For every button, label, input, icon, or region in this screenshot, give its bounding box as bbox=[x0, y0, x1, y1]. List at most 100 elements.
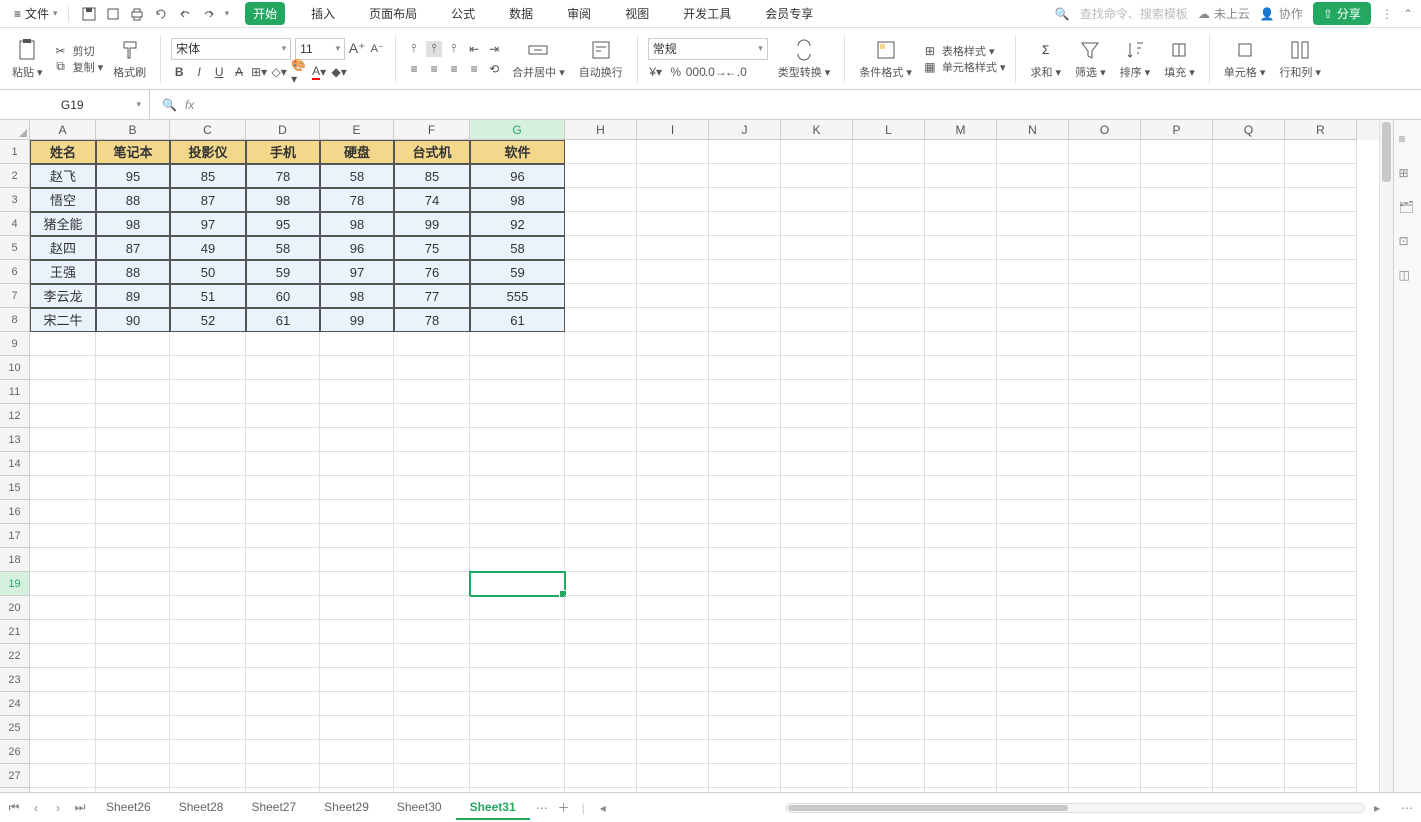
cell[interactable] bbox=[1213, 596, 1285, 620]
cell[interactable] bbox=[1069, 188, 1141, 212]
cell[interactable] bbox=[30, 332, 96, 356]
cell[interactable] bbox=[170, 524, 246, 548]
decimal-dec-icon[interactable]: ←.0 bbox=[728, 64, 744, 80]
cell[interactable] bbox=[637, 188, 709, 212]
row-header[interactable]: 28 bbox=[0, 788, 30, 792]
cell[interactable] bbox=[1141, 188, 1213, 212]
align-center-icon[interactable]: ≡ bbox=[426, 61, 442, 77]
cell[interactable] bbox=[470, 548, 565, 572]
cell[interactable] bbox=[781, 764, 853, 788]
cell[interactable] bbox=[1069, 236, 1141, 260]
cell[interactable] bbox=[170, 668, 246, 692]
column-header[interactable]: P bbox=[1141, 120, 1213, 140]
cell[interactable]: 赵四 bbox=[30, 236, 96, 260]
cell[interactable] bbox=[781, 716, 853, 740]
cell[interactable] bbox=[853, 788, 925, 792]
cell[interactable] bbox=[637, 476, 709, 500]
row-header[interactable]: 8 bbox=[0, 308, 30, 332]
cell[interactable] bbox=[853, 524, 925, 548]
cell[interactable] bbox=[853, 308, 925, 332]
row-header[interactable]: 26 bbox=[0, 740, 30, 764]
cell[interactable] bbox=[997, 476, 1069, 500]
cell[interactable] bbox=[781, 284, 853, 308]
cell[interactable] bbox=[853, 764, 925, 788]
cell[interactable] bbox=[1285, 572, 1357, 596]
cell[interactable]: 51 bbox=[170, 284, 246, 308]
cell[interactable] bbox=[320, 668, 394, 692]
cell[interactable] bbox=[781, 260, 853, 284]
cell[interactable] bbox=[30, 356, 96, 380]
cell[interactable] bbox=[1285, 548, 1357, 572]
cell[interactable] bbox=[1069, 404, 1141, 428]
cell[interactable] bbox=[470, 332, 565, 356]
cell[interactable] bbox=[394, 596, 470, 620]
cell[interactable] bbox=[170, 452, 246, 476]
more-icon[interactable]: ⋮ bbox=[1381, 7, 1393, 21]
cell[interactable] bbox=[1213, 572, 1285, 596]
row-header[interactable]: 20 bbox=[0, 596, 30, 620]
cell[interactable] bbox=[394, 548, 470, 572]
cell[interactable] bbox=[925, 428, 997, 452]
cell[interactable] bbox=[1069, 164, 1141, 188]
cell[interactable] bbox=[637, 356, 709, 380]
cell[interactable] bbox=[565, 236, 637, 260]
cell[interactable]: 99 bbox=[394, 212, 470, 236]
cell[interactable] bbox=[925, 668, 997, 692]
cell[interactable] bbox=[709, 428, 781, 452]
cell[interactable] bbox=[1213, 308, 1285, 332]
cell[interactable] bbox=[853, 332, 925, 356]
cell[interactable] bbox=[1285, 140, 1357, 164]
row-header[interactable]: 18 bbox=[0, 548, 30, 572]
cell[interactable] bbox=[30, 692, 96, 716]
cell[interactable] bbox=[1213, 140, 1285, 164]
cell[interactable] bbox=[1213, 284, 1285, 308]
cell[interactable] bbox=[637, 644, 709, 668]
row-header[interactable]: 12 bbox=[0, 404, 30, 428]
row-header[interactable]: 4 bbox=[0, 212, 30, 236]
cell[interactable] bbox=[925, 284, 997, 308]
cell[interactable] bbox=[1213, 380, 1285, 404]
cell[interactable] bbox=[320, 740, 394, 764]
cell[interactable] bbox=[246, 692, 320, 716]
cell[interactable] bbox=[170, 692, 246, 716]
cell[interactable] bbox=[565, 404, 637, 428]
panel-tool2-icon[interactable]: 🗂 bbox=[1399, 200, 1417, 218]
cell[interactable] bbox=[997, 140, 1069, 164]
cell[interactable] bbox=[925, 404, 997, 428]
cell[interactable] bbox=[637, 692, 709, 716]
panel-tool1-icon[interactable]: ⊞ bbox=[1399, 166, 1417, 184]
cell[interactable] bbox=[170, 356, 246, 380]
cell[interactable] bbox=[470, 716, 565, 740]
justify-icon[interactable]: ≡ bbox=[466, 61, 482, 77]
cell[interactable] bbox=[781, 740, 853, 764]
cell[interactable]: 投影仪 bbox=[170, 140, 246, 164]
cell[interactable] bbox=[637, 716, 709, 740]
cell[interactable] bbox=[925, 212, 997, 236]
cell[interactable] bbox=[320, 644, 394, 668]
cell[interactable] bbox=[1285, 476, 1357, 500]
prev-sheet-icon[interactable]: ‹ bbox=[26, 798, 46, 818]
orientation-icon[interactable]: ⟲ bbox=[486, 61, 502, 77]
cell[interactable] bbox=[565, 740, 637, 764]
cell[interactable] bbox=[709, 260, 781, 284]
cell[interactable] bbox=[1069, 332, 1141, 356]
type-convert-group[interactable]: 类型转换 ▾ bbox=[774, 38, 835, 80]
tab-review[interactable]: 审阅 bbox=[559, 2, 599, 25]
rowcol-group[interactable]: 行和列 ▾ bbox=[1275, 38, 1325, 80]
cell[interactable] bbox=[1213, 356, 1285, 380]
cell[interactable] bbox=[997, 356, 1069, 380]
cell[interactable] bbox=[394, 380, 470, 404]
clear-format-icon[interactable]: ◆▾ bbox=[331, 64, 347, 80]
cell[interactable] bbox=[1285, 668, 1357, 692]
cell[interactable] bbox=[170, 380, 246, 404]
cell[interactable] bbox=[394, 356, 470, 380]
bold-icon[interactable]: B bbox=[171, 64, 187, 80]
cell[interactable] bbox=[1285, 212, 1357, 236]
cell[interactable] bbox=[997, 428, 1069, 452]
cell[interactable] bbox=[925, 332, 997, 356]
row-header[interactable]: 1 bbox=[0, 140, 30, 164]
cell[interactable] bbox=[1213, 500, 1285, 524]
cell[interactable] bbox=[925, 476, 997, 500]
cell[interactable] bbox=[709, 500, 781, 524]
cell[interactable] bbox=[1069, 308, 1141, 332]
